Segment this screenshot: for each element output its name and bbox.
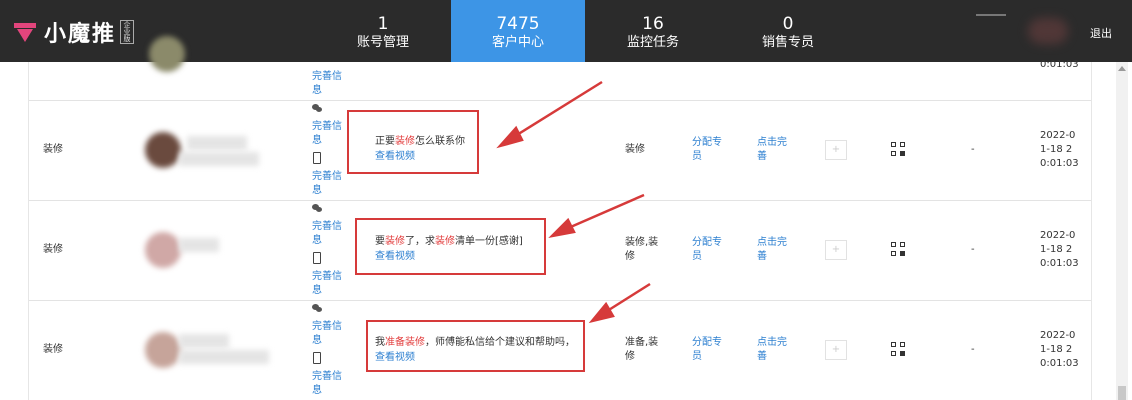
annotation-arrow [603,282,651,315]
scrollbar-thumb[interactable] [1118,386,1126,400]
annotation-arrow-head [588,301,615,324]
annotation-arrow [511,80,603,140]
annotation-arrows [496,80,651,324]
scroll-up-icon[interactable] [1118,66,1126,71]
annotation-arrow-head [496,125,524,149]
annotation-arrow-head [548,217,576,238]
vertical-scrollbar[interactable] [1116,62,1128,400]
annotation-arrow [565,193,645,231]
